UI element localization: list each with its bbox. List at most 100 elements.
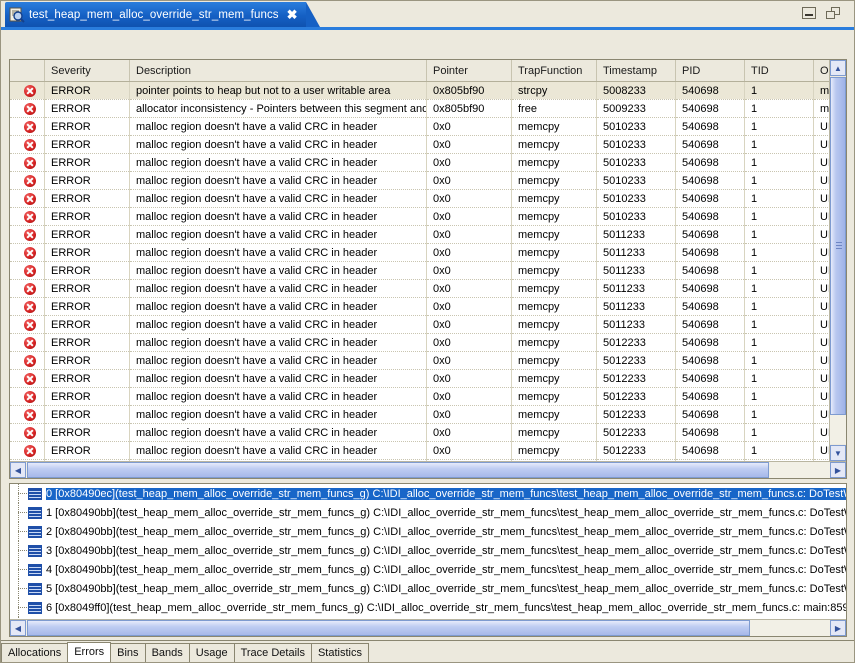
cell-tid: 1	[745, 118, 814, 136]
stack-frame-row[interactable]: 3 [0x80490bb](test_heap_mem_alloc_overri…	[10, 541, 846, 560]
cell-timestamp: 5011233	[597, 298, 676, 316]
tree-connector-icon	[18, 598, 28, 617]
cell-pointer: 0x0	[427, 136, 512, 154]
table-horizontal-scrollbar[interactable]: ◀ ▶	[10, 461, 846, 478]
cell-tid: 1	[745, 190, 814, 208]
stack-frame-row[interactable]: 1 [0x80490bb](test_heap_mem_alloc_overri…	[10, 503, 846, 522]
table-row[interactable]: ERRORmalloc region doesn't have a valid …	[10, 190, 847, 208]
table-row[interactable]: ERRORmalloc region doesn't have a valid …	[10, 226, 847, 244]
table-row[interactable]: ERRORmalloc region doesn't have a valid …	[10, 334, 847, 352]
table-vertical-scrollbar[interactable]: ▲ ▼	[829, 60, 846, 461]
stack-frame-icon	[28, 545, 42, 557]
cell-description: malloc region doesn't have a valid CRC i…	[130, 424, 427, 442]
cell-trapfunction: memcpy	[512, 118, 597, 136]
minimize-button[interactable]	[802, 7, 816, 19]
error-circle-icon	[24, 175, 36, 187]
severity-error-icon	[10, 244, 45, 262]
column-header-icon[interactable]	[10, 60, 45, 82]
document-tab-active[interactable]: test_heap_mem_alloc_override_str_mem_fun…	[5, 2, 306, 27]
cell-pointer: 0x0	[427, 406, 512, 424]
restore-button[interactable]	[826, 7, 840, 19]
cell-description: malloc region doesn't have a valid CRC i…	[130, 244, 427, 262]
cell-tid: 1	[745, 208, 814, 226]
table-row[interactable]: ERRORmalloc region doesn't have a valid …	[10, 262, 847, 280]
stack-frame-row[interactable]: 2 [0x80490bb](test_heap_mem_alloc_overri…	[10, 522, 846, 541]
table-row[interactable]: ERRORmalloc region doesn't have a valid …	[10, 370, 847, 388]
table-row[interactable]: ERRORmalloc region doesn't have a valid …	[10, 136, 847, 154]
table-row[interactable]: ERRORmalloc region doesn't have a valid …	[10, 118, 847, 136]
stack-frame-row[interactable]: 0 [0x80490ec](test_heap_mem_alloc_overri…	[10, 484, 846, 503]
scroll-down-arrow-icon[interactable]: ▼	[830, 445, 846, 461]
table-vscroll-track[interactable]	[830, 77, 847, 444]
stack-frame-row[interactable]: 5 [0x80490bb](test_heap_mem_alloc_overri…	[10, 579, 846, 598]
table-row[interactable]: ERRORmalloc region doesn't have a valid …	[10, 352, 847, 370]
cell-pointer: 0x0	[427, 280, 512, 298]
error-circle-icon	[24, 121, 36, 133]
bottom-tab-bins[interactable]: Bins	[110, 643, 145, 662]
table-row[interactable]: ERRORpointer points to heap but not to a…	[10, 82, 847, 100]
stack-frame-row[interactable]: 4 [0x80490bb](test_heap_mem_alloc_overri…	[10, 560, 846, 579]
bottom-tab-statistics[interactable]: Statistics	[311, 643, 369, 662]
column-header-trapfunction[interactable]: TrapFunction	[512, 60, 597, 82]
table-row[interactable]: ERRORmalloc region doesn't have a valid …	[10, 298, 847, 316]
cell-description: malloc region doesn't have a valid CRC i…	[130, 352, 427, 370]
cell-timestamp: 5012233	[597, 388, 676, 406]
table-row[interactable]: ERRORmalloc region doesn't have a valid …	[10, 280, 847, 298]
cell-timestamp: 5009233	[597, 100, 676, 118]
column-header-pointer[interactable]: Pointer	[427, 60, 512, 82]
table-row[interactable]: ERRORmalloc region doesn't have a valid …	[10, 208, 847, 226]
cell-trapfunction: memcpy	[512, 316, 597, 334]
cell-pointer: 0x0	[427, 208, 512, 226]
cell-pointer: 0x0	[427, 118, 512, 136]
error-circle-icon	[24, 85, 36, 97]
stack-frame-row[interactable]: 6 [0x8049ff0](test_heap_mem_alloc_overri…	[10, 598, 846, 617]
scroll-up-arrow-icon[interactable]: ▲	[830, 60, 846, 76]
cell-pointer: 0x0	[427, 442, 512, 460]
severity-error-icon	[10, 208, 45, 226]
table-row[interactable]: ERRORmalloc region doesn't have a valid …	[10, 244, 847, 262]
stack-horizontal-scrollbar[interactable]: ◀ ▶	[10, 619, 846, 636]
stack-frame-label: 0 [0x80490ec](test_heap_mem_alloc_overri…	[46, 488, 847, 500]
bottom-tab-allocations[interactable]: Allocations	[1, 643, 68, 662]
stack-hscroll-thumb[interactable]	[27, 620, 750, 636]
error-circle-icon	[24, 211, 36, 223]
table-row[interactable]: ERRORallocator inconsistency - Pointers …	[10, 100, 847, 118]
cell-trapfunction: memcpy	[512, 424, 597, 442]
table-row[interactable]: ERRORmalloc region doesn't have a valid …	[10, 406, 847, 424]
bottom-tab-usage[interactable]: Usage	[189, 643, 235, 662]
cell-tid: 1	[745, 244, 814, 262]
cell-description: malloc region doesn't have a valid CRC i…	[130, 406, 427, 424]
bottom-tab-bands[interactable]: Bands	[145, 643, 190, 662]
scroll-left-arrow-icon[interactable]: ◀	[10, 462, 26, 478]
stack-scroll-right-arrow-icon[interactable]: ▶	[830, 620, 846, 636]
error-circle-icon	[24, 445, 36, 457]
column-header-timestamp[interactable]: Timestamp	[597, 60, 676, 82]
cell-pid: 540698	[676, 190, 745, 208]
column-header-severity[interactable]: Severity	[45, 60, 130, 82]
cell-timestamp: 5010233	[597, 154, 676, 172]
cell-description: malloc region doesn't have a valid CRC i…	[130, 442, 427, 460]
cell-pid: 540698	[676, 172, 745, 190]
error-circle-icon	[24, 391, 36, 403]
column-header-pid[interactable]: PID	[676, 60, 745, 82]
tree-hline	[18, 531, 27, 532]
table-row[interactable]: ERRORmalloc region doesn't have a valid …	[10, 424, 847, 442]
close-icon[interactable]: ✖	[287, 8, 298, 21]
column-header-description[interactable]: Description	[130, 60, 427, 82]
cell-description: malloc region doesn't have a valid CRC i…	[130, 136, 427, 154]
bottom-tab-errors[interactable]: Errors	[67, 642, 111, 662]
table-row[interactable]: ERRORmalloc region doesn't have a valid …	[10, 172, 847, 190]
column-header-tid[interactable]: TID	[745, 60, 814, 82]
table-hscroll-thumb[interactable]	[27, 462, 769, 478]
cell-description: malloc region doesn't have a valid CRC i…	[130, 154, 427, 172]
cell-timestamp: 5010233	[597, 208, 676, 226]
table-row[interactable]: ERRORmalloc region doesn't have a valid …	[10, 442, 847, 460]
bottom-tab-trace-details[interactable]: Trace Details	[234, 643, 312, 662]
table-row[interactable]: ERRORmalloc region doesn't have a valid …	[10, 388, 847, 406]
severity-error-icon	[10, 262, 45, 280]
table-row[interactable]: ERRORmalloc region doesn't have a valid …	[10, 316, 847, 334]
stack-scroll-left-arrow-icon[interactable]: ◀	[10, 620, 26, 636]
scroll-right-arrow-icon[interactable]: ▶	[830, 462, 846, 478]
table-vscroll-thumb[interactable]	[830, 77, 846, 415]
table-row[interactable]: ERRORmalloc region doesn't have a valid …	[10, 154, 847, 172]
